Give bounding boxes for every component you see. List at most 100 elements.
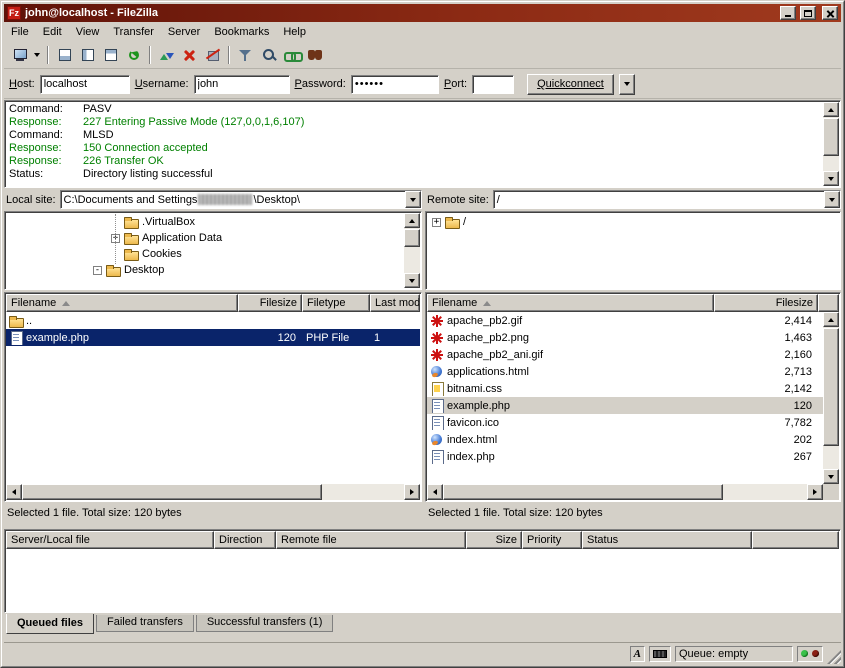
column-filesize[interactable]: Filesize: [714, 294, 818, 312]
arrow-down-icon: [828, 177, 834, 181]
local-site-row: Local site: C:\Documents and Settings\De…: [4, 189, 422, 210]
local-site-dropdown[interactable]: [405, 191, 421, 208]
scroll-down-button[interactable]: [823, 171, 839, 186]
scroll-right-button[interactable]: [404, 484, 420, 500]
remote-pane: Remote site: / + / Filename Filesize apa…: [425, 189, 841, 523]
refresh-button[interactable]: [122, 44, 145, 66]
file-row[interactable]: bitnami.css 2,142: [427, 380, 823, 397]
remote-status-text: Selected 1 file. Total size: 120 bytes: [425, 505, 841, 523]
local-list-hscrollbar[interactable]: [6, 484, 420, 500]
host-input[interactable]: [40, 75, 130, 94]
tree-item-root[interactable]: + /: [426, 214, 840, 230]
menu-transfer[interactable]: Transfer: [106, 24, 161, 40]
title-bar[interactable]: Fz john@localhost - FileZilla: [4, 4, 841, 22]
column-status[interactable]: Status: [582, 531, 752, 549]
file-row[interactable]: index.html 202: [427, 431, 823, 448]
directory-comparison-button[interactable]: [257, 44, 280, 66]
column-server-local-file[interactable]: Server/Local file: [6, 531, 214, 549]
menu-edit[interactable]: Edit: [36, 24, 69, 40]
scroll-left-button[interactable]: [6, 484, 22, 500]
local-tree-scrollbar[interactable]: [404, 213, 420, 288]
menu-bookmarks[interactable]: Bookmarks: [207, 24, 276, 40]
file-row[interactable]: applications.html 2,713: [427, 363, 823, 380]
maximize-button[interactable]: [800, 6, 816, 20]
synchronized-browsing-button[interactable]: [280, 44, 303, 66]
column-filetype[interactable]: Filetype: [302, 294, 370, 312]
column-size[interactable]: Size: [466, 531, 522, 549]
find-files-icon: [307, 47, 323, 63]
menu-file[interactable]: File: [4, 24, 36, 40]
close-button[interactable]: [822, 6, 838, 20]
scroll-left-button[interactable]: [427, 484, 443, 500]
scroll-up-button[interactable]: [823, 312, 839, 327]
file-row[interactable]: apache_pb2.gif 2,414: [427, 312, 823, 329]
remote-site-combobox[interactable]: /: [493, 190, 841, 209]
file-row[interactable]: index.php 267: [427, 448, 823, 465]
menu-help[interactable]: Help: [276, 24, 313, 40]
process-queue-button[interactable]: [155, 44, 178, 66]
menu-view[interactable]: View: [69, 24, 107, 40]
remote-site-dropdown[interactable]: [824, 191, 840, 208]
scroll-thumb[interactable]: [443, 484, 723, 500]
file-row[interactable]: example.php 120: [427, 397, 823, 414]
remote-list-hscrollbar[interactable]: [427, 484, 823, 500]
scroll-up-button[interactable]: [404, 213, 420, 228]
scroll-down-button[interactable]: [823, 469, 839, 484]
directory-listing-filters-button[interactable]: [234, 44, 257, 66]
column-filesize[interactable]: Filesize: [238, 294, 302, 312]
tree-item-desktop[interactable]: - Desktop: [5, 262, 421, 278]
file-row[interactable]: example.php 120 PHP File 1: [6, 329, 420, 346]
tree-item-cookies[interactable]: Cookies: [5, 246, 421, 262]
menu-server[interactable]: Server: [161, 24, 207, 40]
site-manager-button[interactable]: [8, 44, 31, 66]
tree-item-application-data[interactable]: + Application Data: [5, 230, 421, 246]
remote-list-vscrollbar[interactable]: [823, 312, 839, 484]
column-priority[interactable]: Priority: [522, 531, 582, 549]
site-manager-dropdown[interactable]: [31, 44, 43, 66]
file-row[interactable]: favicon.ico 7,782: [427, 414, 823, 431]
scroll-thumb[interactable]: [404, 229, 420, 247]
toggle-directory-trees-button[interactable]: [76, 44, 99, 66]
scroll-thumb[interactable]: [22, 484, 322, 500]
quickconnect-dropdown[interactable]: [619, 74, 635, 95]
password-input[interactable]: [351, 75, 439, 94]
column-direction[interactable]: Direction: [214, 531, 276, 549]
file-row[interactable]: apache_pb2_ani.gif 2,160: [427, 346, 823, 363]
arrow-down-icon: [828, 475, 834, 479]
find-files-button[interactable]: [303, 44, 326, 66]
port-input[interactable]: [472, 75, 514, 94]
column-remote-file[interactable]: Remote file: [276, 531, 466, 549]
username-input[interactable]: [194, 75, 290, 94]
log-scrollbar[interactable]: [823, 102, 839, 186]
toggle-message-log-button[interactable]: [53, 44, 76, 66]
column-filename[interactable]: Filename: [427, 294, 714, 312]
window-title: john@localhost - FileZilla: [25, 7, 776, 19]
minimize-button[interactable]: [780, 6, 796, 20]
scroll-up-button[interactable]: [823, 102, 839, 117]
collapse-icon[interactable]: -: [93, 266, 102, 275]
scroll-thumb[interactable]: [823, 328, 839, 446]
process-queue-icon: [159, 47, 175, 63]
scroll-thumb[interactable]: [823, 118, 839, 156]
expand-icon[interactable]: +: [432, 218, 441, 227]
scroll-right-button[interactable]: [807, 484, 823, 500]
maximize-icon: [804, 10, 812, 17]
disconnect-button[interactable]: [201, 44, 224, 66]
file-row[interactable]: apache_pb2.png 1,463: [427, 329, 823, 346]
tab-queued-files[interactable]: Queued files: [6, 614, 94, 634]
tree-item-virtualbox[interactable]: .VirtualBox: [5, 214, 421, 230]
chevron-down-icon: [410, 198, 416, 202]
local-site-combobox[interactable]: C:\Documents and Settings\Desktop\: [60, 190, 422, 209]
tab-failed-transfers[interactable]: Failed transfers: [96, 615, 194, 632]
tab-successful-transfers[interactable]: Successful transfers (1): [196, 615, 334, 632]
file-row[interactable]: ..: [6, 312, 420, 329]
column-filename[interactable]: Filename: [6, 294, 238, 312]
sync-browsing-icon: [284, 47, 300, 63]
quickconnect-button[interactable]: Quickconnect: [527, 74, 614, 95]
scroll-down-button[interactable]: [404, 273, 420, 288]
column-last-modified[interactable]: Last modified: [370, 294, 420, 312]
cancel-operation-button[interactable]: [178, 44, 201, 66]
toggle-transfer-queue-button[interactable]: [99, 44, 122, 66]
remote-site-path: /: [497, 194, 500, 206]
column-filler: [752, 531, 839, 549]
